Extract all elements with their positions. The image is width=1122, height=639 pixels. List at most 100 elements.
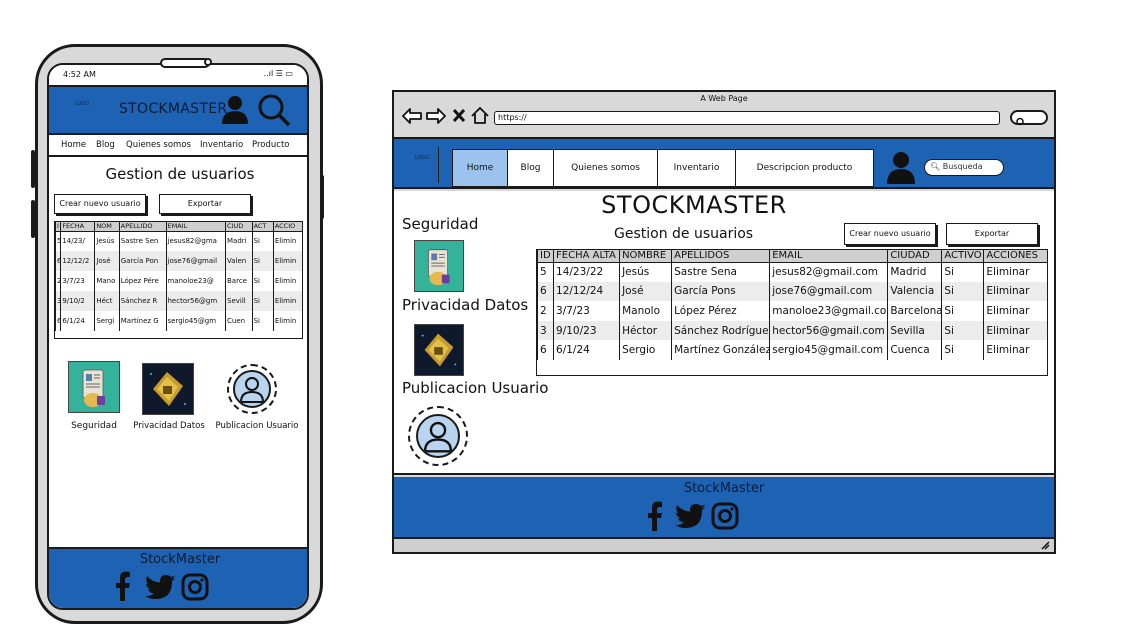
page-content: STOCKMASTER Seguridad Privacidad Datos P…: [394, 191, 1054, 475]
table-row[interactable]: 2 3/7/23 Manolo López Pérez manoloe23@gmail.…: [536, 301, 1047, 321]
logo[interactable]: LOGO: [67, 101, 97, 121]
tile-label-seguridad: Seguridad: [71, 421, 117, 431]
facebook-icon[interactable]: [115, 571, 131, 601]
table-cell: 3/7/23: [553, 301, 620, 321]
users-table-grid: IFECHANOMAPELLIDOEMAILCIUDACTACCIO 514/2…: [54, 222, 302, 331]
nav-blog[interactable]: Blog: [508, 150, 554, 186]
table-row[interactable]: 66/1/24SergiMartínez Gsergio45@gmCuenSiE…: [54, 311, 302, 331]
nav-inventario[interactable]: Inventario: [200, 140, 243, 150]
nav-producto[interactable]: Producto: [252, 140, 289, 150]
create-user-button[interactable]: Crear nuevo usuario: [54, 194, 146, 214]
table-row[interactable]: 6 12/12/24 José García Pons jose76@gmail.com…: [536, 281, 1047, 302]
user-icon[interactable]: [886, 151, 916, 185]
delete-action[interactable]: Elimin: [272, 291, 302, 311]
table-cell: Jesús: [94, 231, 120, 251]
delete-action[interactable]: Eliminar: [983, 320, 1047, 341]
table-cell: García Pon: [118, 251, 166, 271]
table-cell: Si: [251, 291, 274, 311]
security-image[interactable]: [68, 361, 120, 413]
delete-action[interactable]: Elimin: [272, 251, 302, 271]
table-row[interactable]: 3 9/10/23 Héctor Sánchez Rodríguez hector56@…: [536, 320, 1047, 341]
delete-action[interactable]: Eliminar: [983, 340, 1047, 360]
column-header: APELLIDO: [118, 222, 166, 232]
close-icon[interactable]: [453, 109, 465, 122]
table-cell: Madrid: [887, 262, 942, 282]
table-row[interactable]: 6 6/1/24 Sergio Martínez González sergio45@g…: [536, 340, 1047, 360]
phone-screen: 4:52 AM ..ıl ☰ ▭ LOGO STOCKMASTER Home B…: [47, 63, 309, 610]
nav-quienes-somos[interactable]: Quienes somos: [554, 150, 658, 186]
tile-label-privacidad: Privacidad Datos: [133, 421, 205, 431]
column-header: ACT: [251, 222, 274, 232]
table-cell: Mano: [94, 271, 120, 291]
search-icon[interactable]: [257, 93, 291, 127]
nav-home[interactable]: Home: [453, 150, 508, 186]
security-image[interactable]: [414, 240, 464, 292]
delete-action[interactable]: Eliminar: [983, 281, 1047, 302]
table-cell: 14/23/22: [553, 262, 620, 282]
table-cell: hector56@gmail.com: [769, 320, 888, 341]
privacy-image[interactable]: [414, 324, 464, 376]
table-cell: 12/12/2: [60, 251, 95, 271]
facebook-icon[interactable]: [647, 501, 663, 531]
column-header: EMAIL: [769, 250, 888, 263]
nav-descripcion-producto[interactable]: Descripcion producto: [736, 150, 873, 186]
search-input[interactable]: 🔍︎ Busqueda: [924, 159, 1004, 176]
column-header: ID: [536, 250, 554, 263]
user-icon: [239, 377, 265, 403]
table-cell: José: [94, 251, 120, 271]
export-button[interactable]: Exportar: [946, 223, 1038, 245]
phone-camera: [204, 58, 212, 66]
nav-home[interactable]: Home: [61, 140, 86, 150]
column-header: NOMBRE: [619, 250, 672, 263]
table-cell: Madri: [225, 231, 253, 251]
status-signals: ..ıl ☰ ▭: [263, 69, 293, 78]
instagram-icon[interactable]: [181, 573, 209, 601]
logo[interactable]: LOGO: [402, 155, 442, 175]
delete-action[interactable]: Eliminar: [983, 262, 1047, 282]
search-icon: 🔍︎: [930, 162, 941, 171]
export-button[interactable]: Exportar: [159, 194, 251, 214]
url-bar[interactable]: https://: [494, 111, 1000, 125]
column-header: FECHA ALTA: [553, 250, 620, 263]
column-header: ACCIO: [272, 222, 302, 232]
delete-action[interactable]: Eliminar: [983, 301, 1047, 321]
table-cell: Sánchez Rodríguez: [671, 320, 770, 341]
table-row[interactable]: 514/23/JesúsSastre Senjesus82@gmaMadriSi…: [54, 231, 302, 251]
site-header: LOGO Home Blog Quienes somos Inventario …: [394, 139, 1054, 189]
table-cell: Martínez González: [671, 340, 770, 360]
table-row[interactable]: 39/10/2HéctSánchez Rhector56@gmSevillSiE…: [54, 291, 302, 311]
table-row[interactable]: 23/7/23ManoLópez Péremanoloe23@BarceSiEl…: [54, 271, 302, 291]
user-icon[interactable]: [221, 95, 249, 125]
back-arrow-icon[interactable]: [402, 108, 422, 124]
instagram-icon[interactable]: [711, 502, 739, 530]
table-cell: Si: [941, 320, 984, 341]
column-header: FECHA: [60, 222, 95, 232]
publication-user-avatar[interactable]: [227, 364, 277, 414]
twitter-icon[interactable]: [145, 575, 177, 601]
logo-text: LOGO: [414, 155, 430, 161]
resize-handle-icon[interactable]: [1040, 541, 1050, 550]
table-cell: Si: [941, 262, 984, 282]
table-cell: Si: [941, 301, 984, 321]
browser-menu-button[interactable]: [1010, 110, 1048, 126]
nav-quienes-somos[interactable]: Quienes somos: [126, 140, 191, 150]
publication-user-avatar[interactable]: [408, 406, 468, 466]
table-cell: Sánchez R: [118, 291, 166, 311]
table-cell: Barce: [225, 271, 253, 291]
twitter-icon[interactable]: [675, 504, 707, 530]
nav-inventario[interactable]: Inventario: [658, 150, 736, 186]
delete-action[interactable]: Elimin: [272, 231, 302, 251]
users-table-grid: ID FECHA ALTA NOMBRE APELLIDOS EMAIL CIUDAD AC…: [536, 250, 1047, 360]
home-icon[interactable]: [471, 107, 489, 124]
table-cell: Manolo: [619, 301, 672, 321]
privacy-image[interactable]: [142, 363, 194, 415]
delete-action[interactable]: Elimin: [272, 311, 302, 331]
table-row[interactable]: 5 14/23/22 Jesús Sastre Sena jesus82@gmail.c…: [536, 262, 1047, 282]
table-cell: Sevill: [225, 291, 253, 311]
browser-status-bar: [394, 537, 1054, 552]
forward-arrow-icon[interactable]: [426, 108, 446, 124]
table-row[interactable]: 612/12/2JoséGarcía Ponjose76@gmailValenS…: [54, 251, 302, 271]
nav-blog[interactable]: Blog: [96, 140, 115, 150]
delete-action[interactable]: Elimin: [272, 271, 302, 291]
create-user-button[interactable]: Crear nuevo usuario: [844, 223, 936, 245]
